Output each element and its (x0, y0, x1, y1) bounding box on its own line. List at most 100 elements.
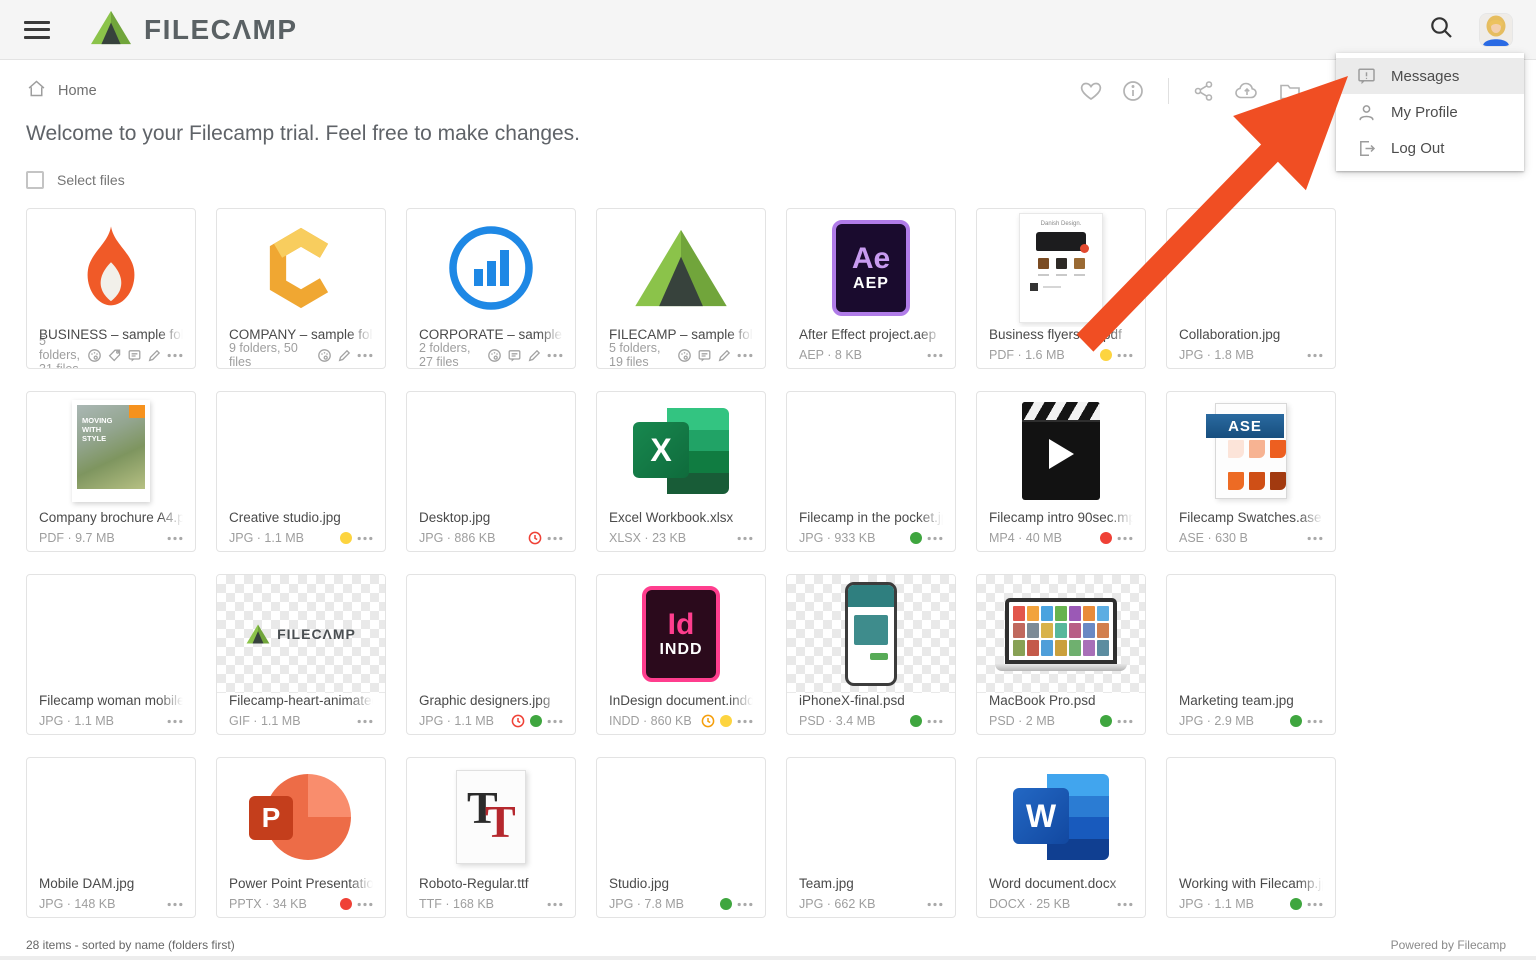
more-actions-icon[interactable] (1117, 719, 1133, 724)
menu-item-my-profile[interactable]: My Profile (1336, 94, 1524, 130)
more-actions-icon[interactable] (1117, 353, 1133, 358)
file-card[interactable]: BUSINESS – sample folder 5 folders, 31 f… (26, 208, 196, 369)
more-actions-icon[interactable] (357, 536, 373, 541)
more-actions-icon[interactable] (1117, 902, 1133, 907)
file-card[interactable]: Danish Design. Business flyers A4.pdf PD… (976, 208, 1146, 369)
more-actions-icon[interactable] (547, 353, 563, 358)
palette-icon[interactable] (87, 348, 102, 363)
avatar[interactable] (1480, 14, 1512, 46)
file-card[interactable]: Creative studio.jpg JPG · 1.1 MB (216, 391, 386, 552)
more-actions-icon[interactable] (737, 719, 753, 724)
hamburger-menu-icon[interactable] (24, 21, 50, 39)
file-card[interactable]: Desktop.jpg JPG · 886 KB (406, 391, 576, 552)
more-actions-icon[interactable] (1307, 902, 1323, 907)
file-thumbnail (597, 758, 765, 876)
menu-item-messages[interactable]: Messages (1336, 58, 1524, 94)
more-actions-icon[interactable] (1307, 719, 1323, 724)
file-card[interactable]: Working with Filecamp.jpg JPG · 1.1 MB (1166, 757, 1336, 918)
comment-icon[interactable] (697, 348, 712, 363)
pencil-icon[interactable] (717, 348, 732, 363)
file-card[interactable]: Filecamp in the pocket.jpg JPG · 933 KB (786, 391, 956, 552)
file-card[interactable]: Mobile DAM.jpg JPG · 148 KB (26, 757, 196, 918)
search-icon[interactable] (1429, 15, 1454, 45)
file-status-actions (927, 902, 943, 907)
status-dot-green (720, 898, 732, 910)
upload-cloud-icon[interactable] (1234, 79, 1260, 103)
more-actions-icon[interactable] (737, 536, 753, 541)
file-card[interactable]: Filecamp woman mobile.jpg JPG · 1.1 MB (26, 574, 196, 735)
file-card[interactable]: X Excel Workbook.xlsx XLSX · 23 KB (596, 391, 766, 552)
file-thumbnail (407, 209, 575, 327)
more-actions-icon[interactable] (167, 902, 183, 907)
file-card[interactable]: AeAEP After Effect project.aep AEP · 8 K… (786, 208, 956, 369)
file-card[interactable]: FILECAMP – sample folder 5 folders, 19 f… (596, 208, 766, 369)
more-actions-icon[interactable] (1117, 536, 1133, 541)
file-meta: PSD · 3.4 MB (799, 714, 875, 728)
file-card[interactable]: W Word document.docx DOCX · 25 KB (976, 757, 1146, 918)
file-thumbnail (977, 575, 1145, 693)
filecamp-logo[interactable]: FILECΛMP (90, 10, 298, 50)
home-icon[interactable] (26, 78, 47, 104)
file-card[interactable]: Graphic designers.jpg JPG · 1.1 MB (406, 574, 576, 735)
file-card[interactable]: Studio.jpg JPG · 7.8 MB (596, 757, 766, 918)
pencil-icon[interactable] (147, 348, 162, 363)
palette-icon[interactable] (487, 348, 502, 363)
file-name: CORPORATE – sample folder (419, 327, 563, 344)
select-files-checkbox[interactable] (26, 171, 44, 189)
file-card[interactable]: ASE Filecamp Swatches.ase ASE · 630 B (1166, 391, 1336, 552)
more-actions-icon[interactable] (357, 719, 373, 724)
file-thumbnail: ASE (1167, 392, 1335, 510)
pencil-icon[interactable] (527, 348, 542, 363)
palette-icon[interactable] (677, 348, 692, 363)
more-actions-icon[interactable] (927, 353, 943, 358)
more-actions-icon[interactable] (737, 902, 753, 907)
more-actions-icon[interactable] (357, 353, 373, 358)
file-card[interactable]: Collaboration.jpg JPG · 1.8 MB (1166, 208, 1336, 369)
comment-icon[interactable] (127, 348, 142, 363)
file-card[interactable]: Filecamp intro 90sec.mp4 MP4 · 40 MB (976, 391, 1146, 552)
menu-item-log-out[interactable]: Log Out (1336, 130, 1524, 166)
file-card[interactable]: MOVING WITH STYLE Company brochure A4.pd… (26, 391, 196, 552)
more-actions-icon[interactable] (1307, 353, 1323, 358)
status-dot-yellow (720, 715, 732, 727)
file-status-actions (167, 902, 183, 907)
favorite-heart-icon[interactable] (1079, 79, 1103, 103)
more-actions-icon[interactable] (547, 536, 563, 541)
more-actions-icon[interactable] (167, 353, 183, 358)
file-name: Filecamp woman mobile.jpg (39, 693, 183, 710)
more-actions-icon[interactable] (927, 536, 943, 541)
comment-icon[interactable] (507, 348, 522, 363)
more-actions-icon[interactable] (1307, 536, 1323, 541)
more-actions-icon[interactable] (357, 902, 373, 907)
more-actions-icon[interactable] (927, 902, 943, 907)
more-actions-icon[interactable] (737, 353, 753, 358)
file-name: Roboto-Regular.ttf (419, 876, 563, 893)
photo-thumbnail (610, 770, 752, 864)
file-card[interactable]: iPhoneX-final.psd PSD · 3.4 MB (786, 574, 956, 735)
breadcrumb-home[interactable]: Home (58, 83, 97, 99)
palette-icon[interactable] (317, 348, 332, 363)
download-folder-icon[interactable] (1278, 79, 1302, 103)
tag-icon[interactable] (107, 348, 122, 363)
file-card[interactable]: Marketing team.jpg JPG · 2.9 MB (1166, 574, 1336, 735)
share-icon[interactable] (1192, 79, 1216, 103)
more-actions-icon[interactable] (167, 719, 183, 724)
more-actions-icon[interactable] (547, 902, 563, 907)
file-card[interactable]: FILECΛMP Filecamp-heart-animated.gif GIF… (216, 574, 386, 735)
more-actions-icon[interactable] (167, 536, 183, 541)
file-card[interactable]: IdINDD InDesign document.indd INDD · 860… (596, 574, 766, 735)
file-card[interactable]: TT Roboto-Regular.ttf TTF · 168 KB (406, 757, 576, 918)
file-name: Mobile DAM.jpg (39, 876, 183, 893)
more-actions-icon[interactable] (927, 719, 943, 724)
file-card[interactable]: CORPORATE – sample folder 2 folders, 27 … (406, 208, 576, 369)
pencil-icon[interactable] (337, 348, 352, 363)
file-status-actions (677, 348, 753, 363)
file-thumbnail (1167, 758, 1335, 876)
file-meta: JPG · 1.1 MB (419, 714, 494, 728)
file-card[interactable]: MacBook Pro.psd PSD · 2 MB (976, 574, 1146, 735)
file-card[interactable]: Team.jpg JPG · 662 KB (786, 757, 956, 918)
info-icon[interactable] (1121, 79, 1145, 103)
file-card[interactable]: COMPANY – sample folder 9 folders, 50 fi… (216, 208, 386, 369)
more-actions-icon[interactable] (547, 719, 563, 724)
file-card[interactable]: P Power Point Presentation.pptx PPTX · 3… (216, 757, 386, 918)
